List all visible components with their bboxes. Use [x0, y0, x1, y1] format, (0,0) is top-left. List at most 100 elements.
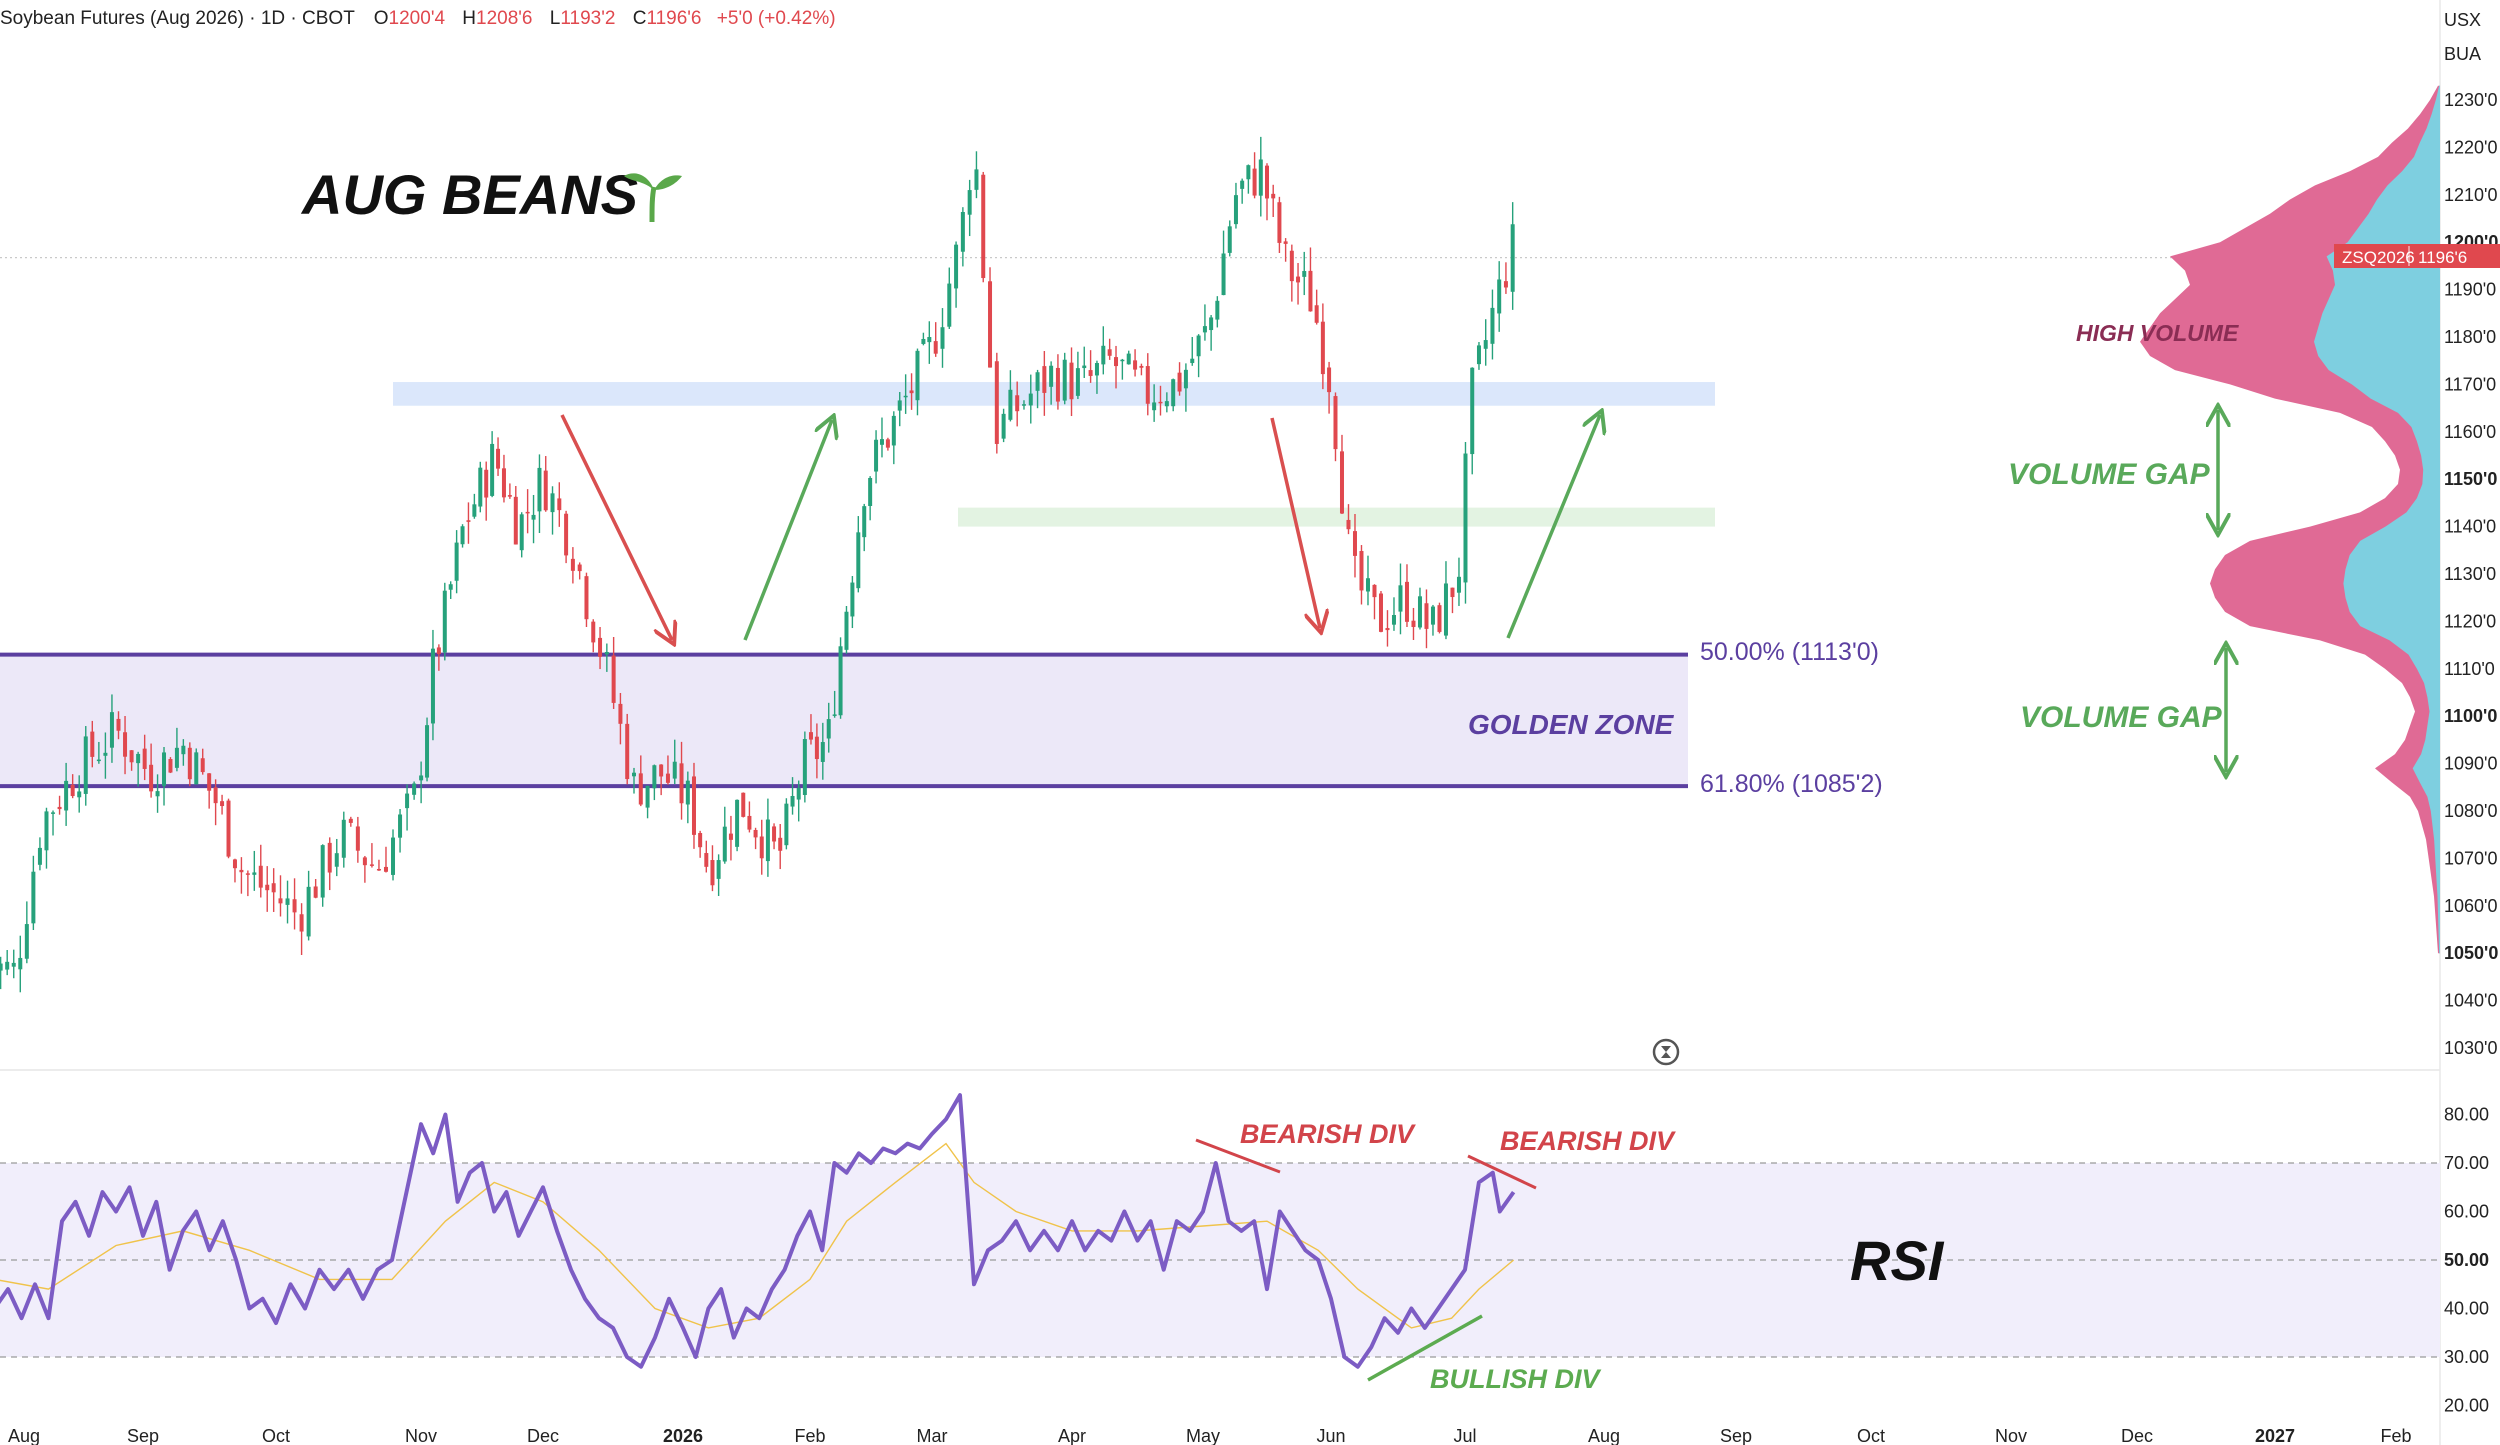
candle-body — [278, 898, 283, 904]
candle — [1289, 244, 1294, 302]
candle — [1456, 557, 1461, 606]
candle-body — [207, 773, 212, 791]
candle-body — [1359, 551, 1364, 591]
trading-chart[interactable]: 1230'0 1220'0 1210'0 1200'0 1190'0 1180'0 1170… — [0, 0, 2500, 1445]
candle — [741, 792, 746, 818]
candle-body — [1443, 583, 1448, 636]
candle — [868, 476, 873, 521]
candle — [369, 843, 374, 868]
candle — [162, 746, 167, 806]
time-tick-label: Aug — [1588, 1426, 1620, 1445]
candle — [611, 637, 616, 709]
time-tick-label: Nov — [1995, 1426, 2027, 1445]
candle — [232, 858, 237, 883]
candle-body — [320, 845, 325, 898]
candle — [1320, 303, 1325, 390]
candle-body — [123, 732, 128, 757]
candle — [1411, 607, 1416, 640]
time-tick-label: Dec — [2121, 1426, 2153, 1445]
candle — [398, 809, 403, 853]
candle — [933, 322, 938, 357]
candle — [1443, 561, 1448, 640]
candle — [1133, 349, 1138, 377]
rsi-tick-label: 30.00 — [2444, 1347, 2489, 1367]
candle-body — [759, 836, 764, 859]
time-tick-label: Sep — [127, 1426, 159, 1445]
candle — [759, 819, 764, 875]
candle-body — [1082, 365, 1087, 369]
candle-body — [513, 496, 518, 545]
candle-body — [1021, 404, 1026, 406]
candle — [550, 486, 555, 535]
candle-body — [1114, 357, 1119, 367]
candle — [844, 605, 849, 654]
candle — [348, 816, 353, 827]
candle-body — [245, 873, 250, 875]
candle-body — [1133, 360, 1138, 370]
candle-body — [1271, 193, 1276, 199]
candle — [194, 748, 199, 785]
candle — [885, 437, 890, 451]
candle — [1055, 354, 1060, 410]
candle — [1008, 370, 1013, 422]
candle-body — [1470, 367, 1475, 455]
price-tick-label: 1190'0 — [2444, 280, 2496, 300]
candle-body — [537, 467, 542, 512]
candle-body — [1289, 250, 1294, 282]
candle — [18, 935, 23, 993]
candle-body — [1430, 606, 1435, 625]
candle-body — [1049, 365, 1054, 387]
replay-icon[interactable] — [1652, 1038, 1680, 1066]
candle-body — [327, 842, 332, 873]
candle-body — [1296, 276, 1301, 283]
candle — [1233, 182, 1238, 229]
candle-body — [1139, 365, 1144, 368]
candle — [1470, 367, 1475, 475]
fib-50-label: 50.00% (1113'0) — [1700, 638, 1879, 666]
candle — [31, 855, 36, 930]
candle — [496, 437, 501, 476]
candle — [484, 461, 489, 521]
price-axis[interactable]: 1230'01220'01210'01200'01190'01180'01170… — [2444, 90, 2498, 1416]
candle-body — [1215, 300, 1220, 320]
candle — [1069, 347, 1074, 417]
candle — [1088, 350, 1093, 383]
candle-body — [1126, 353, 1131, 365]
candle-body — [454, 542, 459, 581]
candle — [704, 840, 709, 873]
candle — [1177, 362, 1182, 396]
candle — [1476, 342, 1481, 370]
candle — [320, 844, 325, 907]
candle-body — [960, 212, 965, 252]
candle — [974, 151, 979, 199]
candle-body — [96, 759, 101, 762]
candle — [519, 512, 524, 558]
candle — [577, 562, 582, 580]
time-axis[interactable]: Aug Sep Oct Nov Dec 2026 Feb Mar Apr May Jun Jul Aug… — [8, 1426, 2412, 1445]
unit-label[interactable]: BUA — [2444, 44, 2481, 64]
candle-body — [1221, 253, 1226, 296]
header-info: Soybean Futures (Aug 2026) · 1D · CBOT O… — [0, 8, 836, 29]
candle — [278, 875, 283, 917]
candle-body — [1145, 366, 1150, 404]
candle-body — [31, 871, 36, 924]
candle — [802, 731, 807, 803]
chart-canvas[interactable]: 1230'01220'01210'01200'01190'01180'01170… — [0, 0, 2500, 1445]
candle-body — [741, 792, 746, 817]
currency-label[interactable]: USX — [2444, 10, 2481, 30]
candle-body — [710, 860, 715, 886]
candle — [51, 810, 56, 836]
candle-body — [484, 469, 489, 498]
candle-body — [844, 611, 849, 650]
candle — [1490, 289, 1495, 360]
candle-body — [584, 576, 589, 620]
candle-body — [1202, 326, 1207, 333]
candle-body — [1463, 453, 1468, 583]
candle — [1359, 545, 1364, 605]
candle — [927, 321, 932, 364]
high-value: 1208'6 — [476, 8, 532, 29]
candle-body — [1456, 576, 1461, 593]
time-tick-label: Oct — [262, 1426, 290, 1445]
candle — [584, 572, 589, 627]
candle-body — [1120, 359, 1125, 362]
